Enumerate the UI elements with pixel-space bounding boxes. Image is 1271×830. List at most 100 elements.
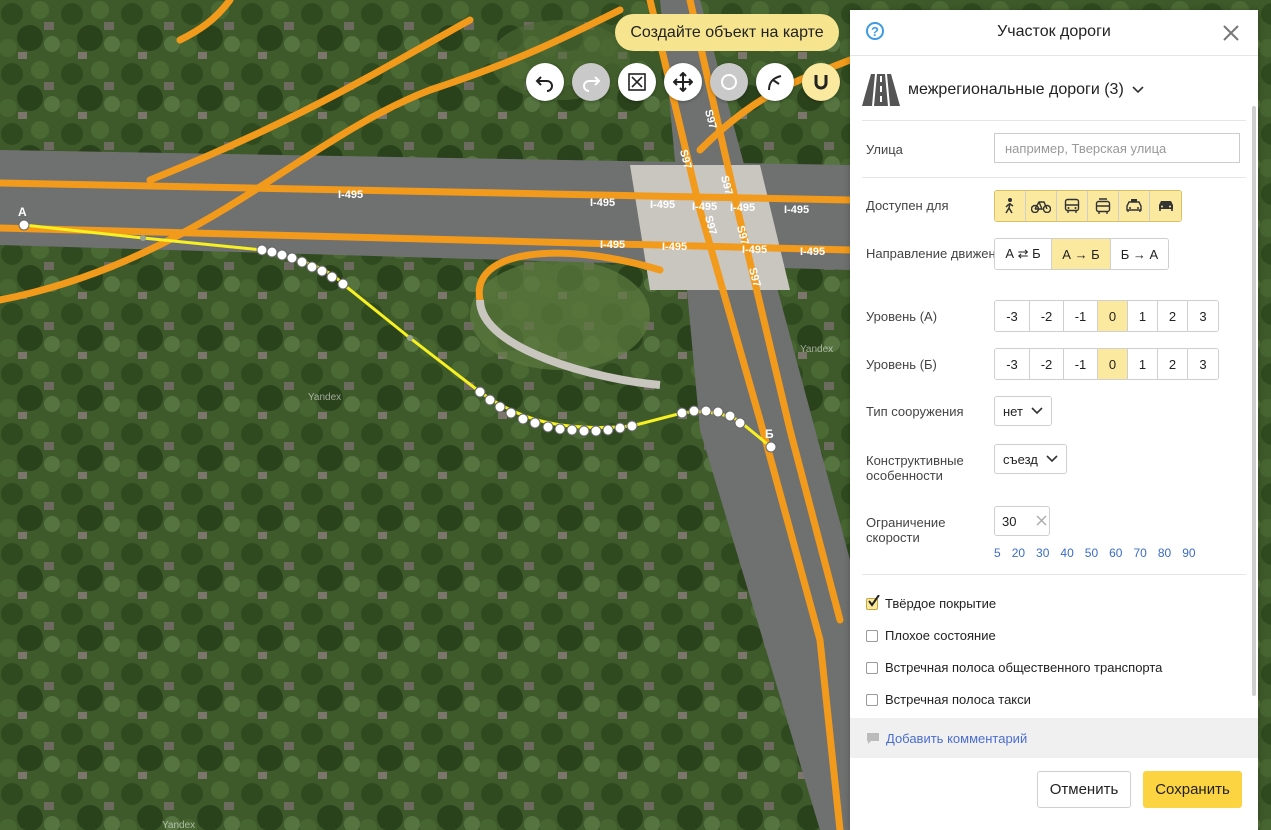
access-taxi-toggle[interactable] [1119,191,1150,221]
level-a-option[interactable]: 2 [1158,301,1188,331]
pedestrian-icon [1005,198,1014,214]
watermark: Yandex [162,820,195,830]
highway-label: I-495 [730,202,755,214]
direction-both-option[interactable]: А ⇄ Б [995,239,1052,269]
highway-icon [862,74,900,106]
save-button[interactable]: Сохранить [1143,771,1242,808]
access-bicycle-toggle[interactable] [1026,191,1057,221]
structure-type-value: нет [1003,403,1023,419]
divider [862,574,1246,575]
speed-preset-link[interactable]: 30 [1036,546,1049,560]
checkbox-checked[interactable] [866,594,880,610]
undo-icon [535,76,553,92]
road-category-selector[interactable]: межрегиональные дороги (3) [862,73,1144,107]
oncoming-taxi-lane-checkbox[interactable]: Встречная полоса такси [866,692,1031,707]
watermark: Yandex [308,392,341,403]
highway-label: I-495 [742,244,767,256]
level-b-option[interactable]: 0 [1098,349,1128,379]
level-b-option[interactable]: 3 [1188,349,1218,379]
checkbox-label: Плохое состояние [885,628,996,643]
circle-tool-button[interactable] [710,63,748,101]
speed-preset-link[interactable]: 20 [1012,546,1025,560]
speed-preset-link[interactable]: 40 [1060,546,1073,560]
highway-label: I-495 [692,201,717,213]
redo-button[interactable] [572,63,610,101]
level-b-option[interactable]: -1 [1064,349,1098,379]
divider [862,177,1246,178]
taxi-icon [1126,199,1142,212]
scrollbar[interactable] [1252,106,1256,696]
access-pedestrian-toggle[interactable] [995,191,1026,221]
speed-preset-link[interactable]: 50 [1085,546,1098,560]
panel-body: межрегиональные дороги (3) Улица Доступе… [850,56,1258,719]
speed-limit-value: 30 [1002,513,1017,529]
access-trolleybus-toggle[interactable] [1088,191,1119,221]
speed-preset-link[interactable]: 80 [1158,546,1171,560]
create-object-button[interactable]: Создайте объект на карте [615,14,839,51]
move-button[interactable] [664,63,702,101]
hard-surface-checkbox[interactable]: Твёрдое покрытие [866,594,997,611]
level-b-option[interactable]: -3 [995,349,1030,379]
magnet-button[interactable] [802,63,840,101]
bicycle-icon [1031,201,1051,213]
street-input[interactable] [994,133,1240,163]
level-b-option[interactable]: 2 [1158,349,1188,379]
add-comment-label: Добавить комментарий [886,730,1028,746]
level-a-option[interactable]: -3 [995,301,1030,331]
move-icon [673,72,693,92]
undo-button[interactable] [526,63,564,101]
access-bus-toggle[interactable] [1057,191,1088,221]
fit-view-icon [628,73,646,91]
direction-label: Направление движения [866,246,1010,261]
checkbox-label: Твёрдое покрытие [885,596,997,611]
construction-dropdown[interactable]: съезд [994,444,1067,474]
access-car-toggle[interactable] [1150,191,1181,221]
checkbox-unchecked[interactable] [866,661,878,674]
level-b-selector: -3 -2 -1 0 1 2 3 [994,348,1219,380]
close-icon[interactable] [1222,24,1240,42]
speed-preset-link[interactable]: 60 [1109,546,1122,560]
road-category-label: межрегиональные дороги (3) [908,81,1124,98]
panel-title: Участок дороги [997,23,1111,40]
trolleybus-icon [1095,198,1111,214]
redo-icon [583,76,601,92]
level-a-option[interactable]: -1 [1064,301,1098,331]
add-comment-button[interactable]: Добавить комментарий [850,718,1258,758]
road-segment-panel: ? Участок дороги межрегиональные дороги … [850,10,1258,830]
checkbox-label: Встречная полоса такси [885,692,1031,707]
highway-label: I-495 [590,197,615,209]
structure-type-label: Тип сооружения [866,404,964,419]
level-a-option[interactable]: 1 [1128,301,1158,331]
oncoming-transit-lane-checkbox[interactable]: Встречная полоса общественного транспорт… [866,660,1162,675]
checkbox-unchecked[interactable] [866,693,878,706]
clear-icon[interactable] [1036,515,1047,526]
divider [862,120,1246,121]
panel-header: ? Участок дороги [850,10,1258,56]
structure-type-dropdown[interactable]: нет [994,396,1052,426]
car-icon [1158,201,1173,211]
level-a-option[interactable]: 0 [1098,301,1128,331]
speed-preset-link[interactable]: 70 [1133,546,1146,560]
construction-label: Конструктивные особенности [866,453,964,483]
speed-preset-link[interactable]: 90 [1182,546,1195,560]
direction-a-to-b-option[interactable]: А → Б [1052,239,1111,269]
level-a-option[interactable]: 3 [1188,301,1218,331]
circle-icon [721,74,737,90]
fit-view-button[interactable] [618,63,656,101]
direction-b-to-a-option[interactable]: Б → А [1111,239,1168,269]
cancel-button[interactable]: Отменить [1037,771,1131,808]
highway-label: I-495 [600,239,625,251]
highway-label: I-495 [338,189,363,201]
street-label: Улица [866,142,903,157]
speed-preset-link[interactable]: 5 [994,546,1001,560]
highway-label: I-495 [784,204,809,216]
point-b-label: Б [765,427,774,441]
checkbox-unchecked[interactable] [866,629,878,642]
split-road-button[interactable] [756,63,794,101]
level-b-option[interactable]: 1 [1128,349,1158,379]
bad-condition-checkbox[interactable]: Плохое состояние [866,628,996,643]
level-a-option[interactable]: -2 [1030,301,1064,331]
construction-value: съезд [1003,451,1038,467]
level-b-option[interactable]: -2 [1030,349,1064,379]
split-road-icon [768,75,782,91]
